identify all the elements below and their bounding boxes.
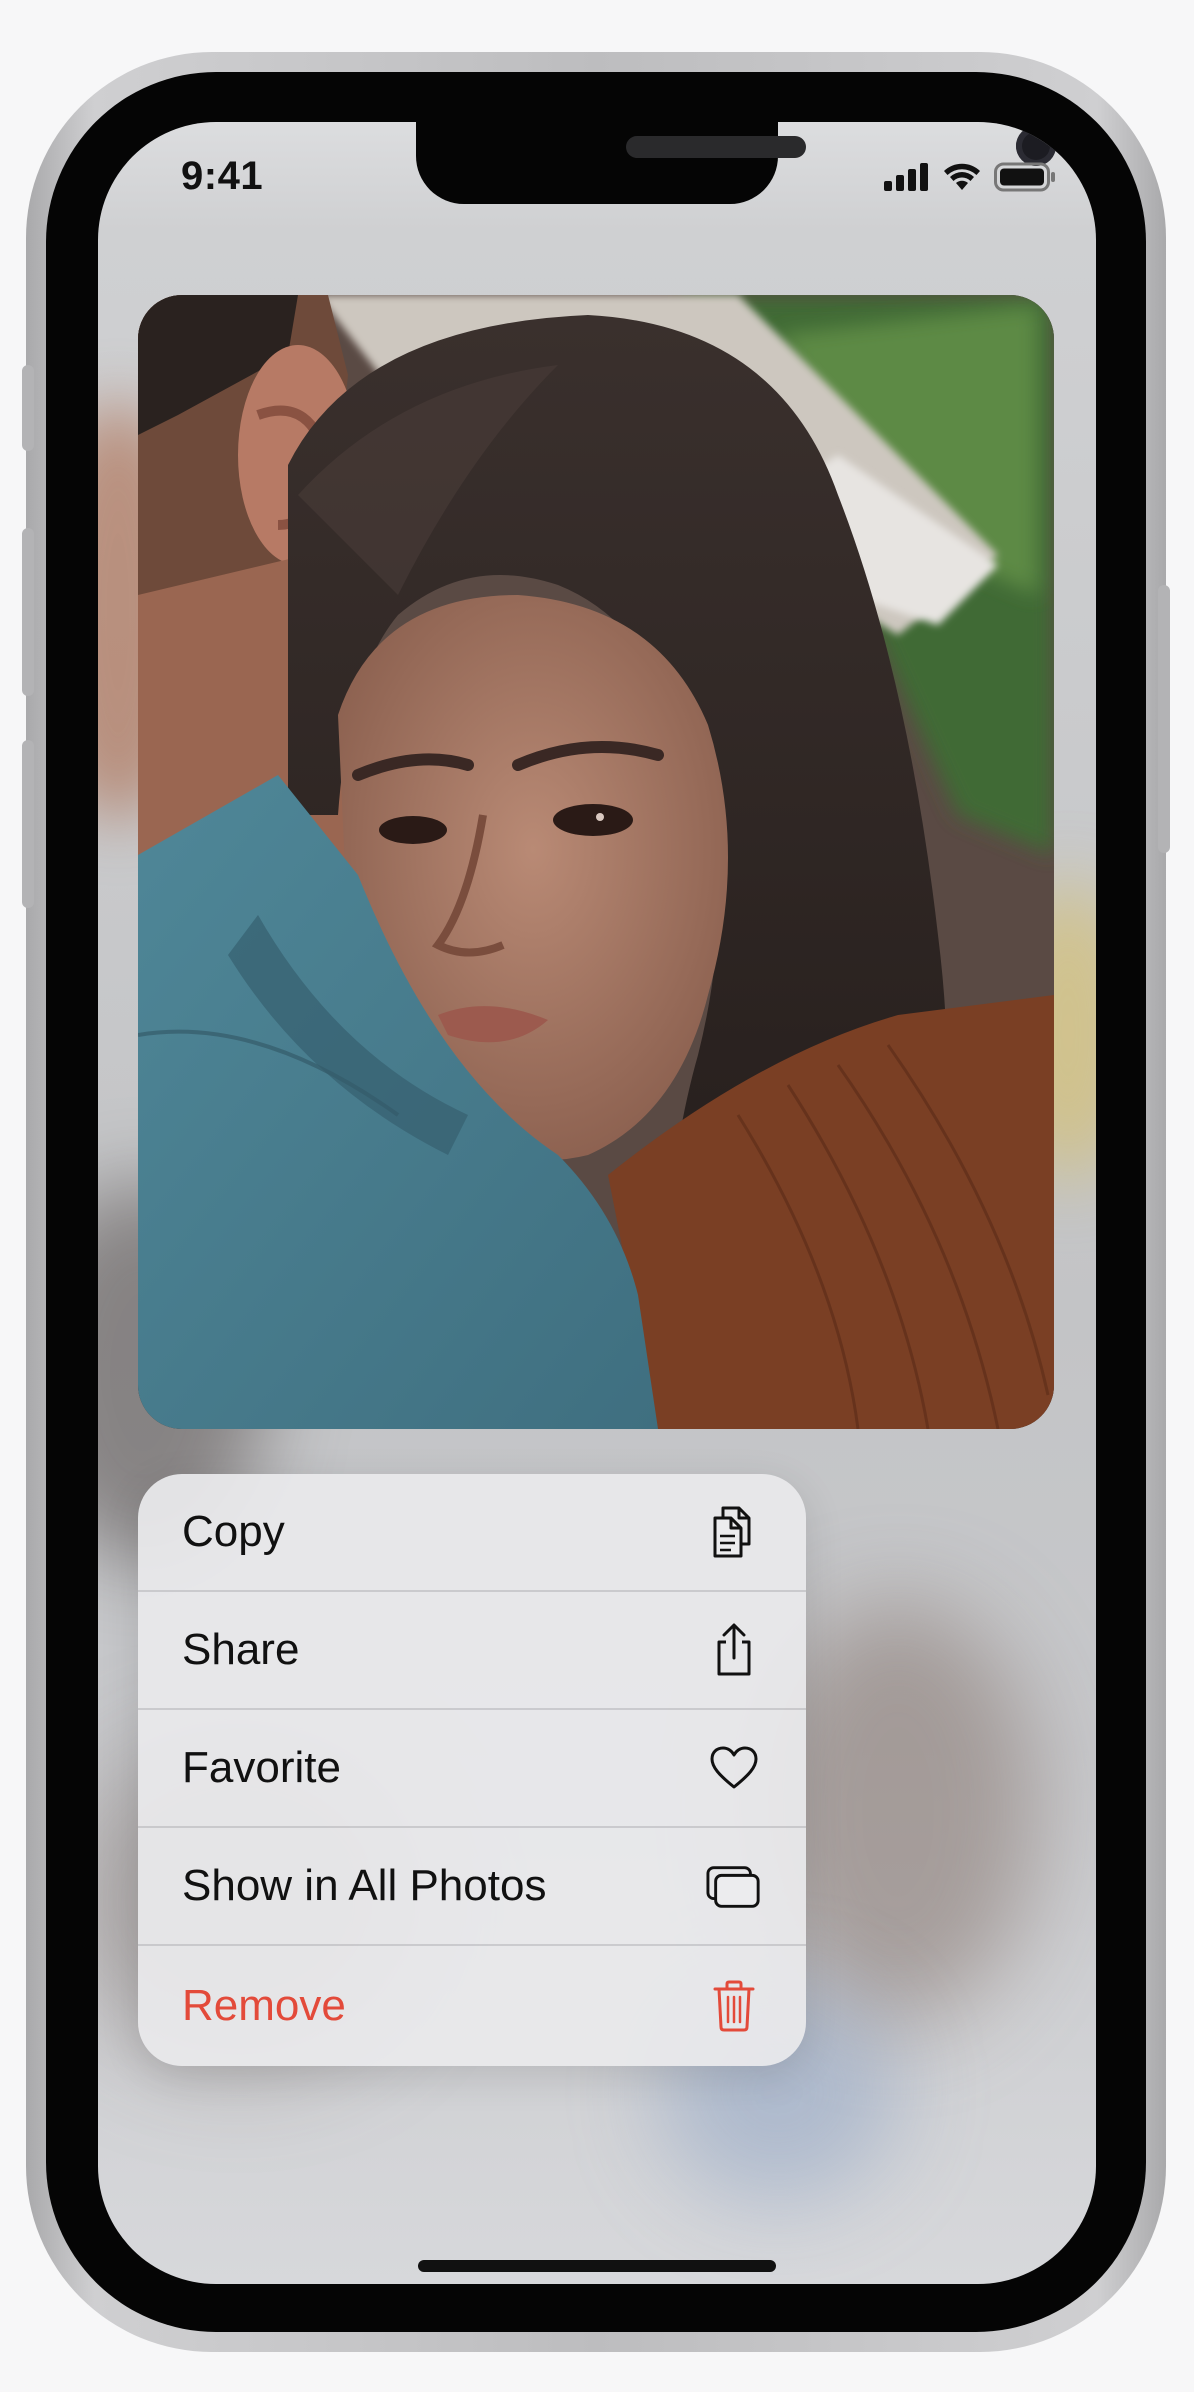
screen: 9:41 Copy Share Favorite Show in All Pho… (98, 122, 1096, 2284)
front-camera (1016, 126, 1056, 166)
menu-item-label: Remove (182, 1981, 346, 2030)
menu-item-label: Share (182, 1625, 300, 1674)
status-time: 9:41 (181, 154, 264, 198)
menu-item-label: Show in All Photos (182, 1861, 547, 1910)
volume-down-button (22, 740, 34, 908)
photos-stack-icon (706, 1858, 762, 1914)
context-menu: Copy Share Favorite Show in All Photos R… (138, 1474, 806, 2066)
menu-item-label: Favorite (182, 1743, 341, 1792)
mute-switch (22, 365, 34, 451)
menu-item-show-in-all-photos[interactable]: Show in All Photos (138, 1828, 806, 1946)
home-indicator[interactable] (418, 2260, 776, 2272)
portrait-photo (138, 295, 1054, 1429)
copy-icon (706, 1504, 762, 1560)
menu-item-share[interactable]: Share (138, 1592, 806, 1710)
menu-item-copy[interactable]: Copy (138, 1474, 806, 1592)
photo-preview[interactable] (138, 295, 1054, 1429)
side-button (1158, 585, 1170, 853)
status-icons (884, 162, 1056, 197)
notch (416, 122, 1056, 204)
menu-item-favorite[interactable]: Favorite (138, 1710, 806, 1828)
wifi-icon (942, 162, 982, 197)
battery-icon (994, 162, 1056, 197)
volume-up-button (22, 528, 34, 696)
menu-item-remove[interactable]: Remove (138, 1946, 806, 2066)
cellular-signal-icon (884, 163, 930, 196)
menu-item-label: Copy (182, 1507, 285, 1556)
trash-icon (706, 1978, 762, 2034)
heart-icon (706, 1740, 762, 1796)
share-icon (706, 1622, 762, 1678)
speaker-grille (626, 136, 806, 158)
